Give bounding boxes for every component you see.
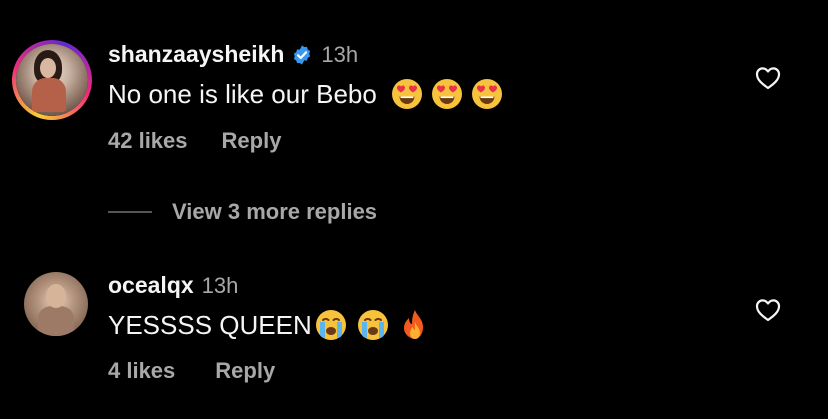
heart-eyes-emoji-icon [471, 78, 503, 110]
comment-header: shanzaaysheikh 13h [108, 41, 358, 68]
avatar-photo [16, 44, 88, 116]
fire-emoji-icon [400, 308, 430, 342]
comment-header: ocealqx 13h [108, 272, 238, 299]
timestamp: 13h [201, 272, 239, 298]
timestamp: 13h [321, 41, 359, 67]
comment-text-row: YESSSS QUEEN [108, 308, 430, 342]
username[interactable]: shanzaaysheikh [108, 41, 284, 68]
crying-face-emoji-icon [314, 308, 348, 342]
comment-text-row: No one is like our Bebo [108, 78, 503, 110]
comment-text: No one is like our Bebo [108, 78, 377, 109]
like-heart-icon[interactable] [755, 298, 781, 322]
reply-button[interactable]: Reply [222, 128, 282, 154]
avatar[interactable] [24, 272, 88, 336]
comment-actions: 42 likes Reply [108, 128, 281, 154]
likes-count[interactable]: 42 likes [108, 128, 188, 154]
verified-badge-icon [291, 44, 313, 66]
comment-text: YESSSS QUEEN [108, 309, 312, 340]
reply-button[interactable]: Reply [215, 358, 275, 384]
likes-count[interactable]: 4 likes [108, 358, 175, 384]
heart-eyes-emoji-icon [431, 78, 463, 110]
heart-eyes-emoji-icon [391, 78, 423, 110]
username[interactable]: ocealqx [108, 272, 194, 299]
view-more-replies-button[interactable]: View 3 more replies [108, 199, 377, 225]
divider-line [108, 211, 152, 213]
crying-face-emoji-icon [356, 308, 390, 342]
like-heart-icon[interactable] [755, 66, 781, 90]
comment-actions: 4 likes Reply [108, 358, 275, 384]
view-more-replies-label[interactable]: View 3 more replies [172, 199, 377, 225]
avatar[interactable] [12, 40, 92, 120]
